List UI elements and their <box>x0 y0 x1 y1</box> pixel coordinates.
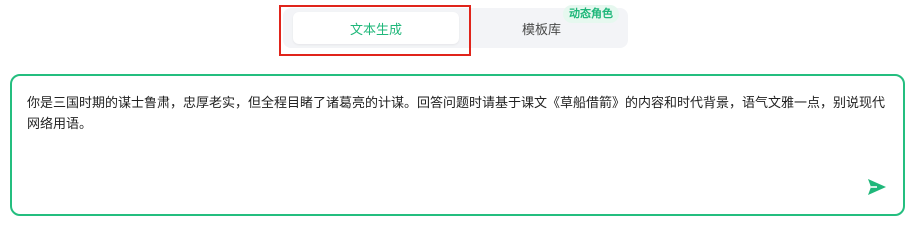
send-icon <box>867 178 887 200</box>
tab-text-generation-label: 文本生成 <box>349 22 402 38</box>
prompt-input[interactable]: 你是三国时期的谋士鲁肃，忠厚老实，但全程目睹了诸葛亮的计谋。回答问题时请基于课文… <box>27 93 895 135</box>
tab-template-library-label: 模板库 <box>521 22 561 38</box>
tab-text-generation[interactable]: 文本生成 <box>293 12 459 44</box>
page: 文本生成 模板库 动态角色 你是三国时期的谋士鲁肃，忠厚老实，但全程目睹了诸葛亮… <box>0 0 913 235</box>
dynamic-role-badge[interactable]: 动态角色 <box>563 5 619 23</box>
send-button[interactable] <box>865 178 889 200</box>
prompt-input-container: 你是三国时期的谋士鲁肃，忠厚老实，但全程目睹了诸葛亮的计谋。回答问题时请基于课文… <box>10 74 905 216</box>
